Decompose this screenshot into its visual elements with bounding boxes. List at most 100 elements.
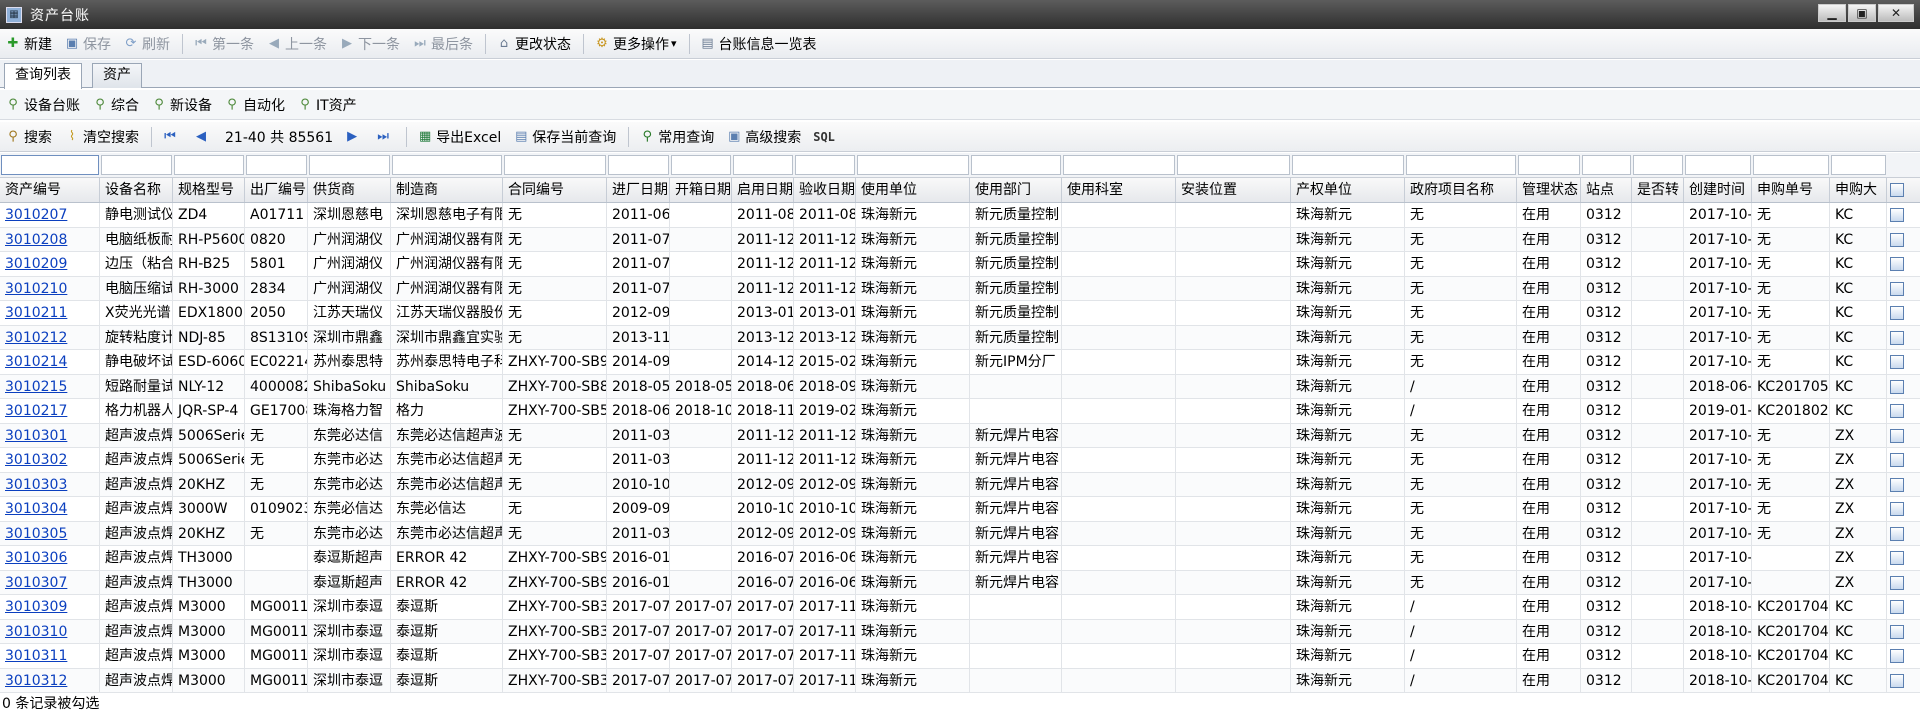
column-header[interactable]: 制造商	[391, 178, 503, 202]
column-header[interactable]: 规格型号	[173, 178, 245, 202]
column-filter-input[interactable]	[1, 155, 99, 175]
table-row[interactable]: 3010304 超声波点焊 3000W 0109023 东莞必信达 东莞必信达无 2009-…	[0, 497, 1920, 522]
asset-id-link[interactable]: 3010212	[0, 325, 100, 350]
column-header[interactable]: 申购大	[1830, 178, 1887, 202]
table-row[interactable]: 3010306 超声波点焊 TH3000 泰逗斯超声 ERROR 42 ZHXY-700-…	[0, 546, 1920, 571]
change-status-button[interactable]: ⌂ 更改状态	[491, 31, 576, 57]
column-filter-input[interactable]	[733, 155, 793, 175]
column-header[interactable]: 使用部门	[970, 178, 1062, 202]
column-filter-input[interactable]	[101, 155, 172, 175]
clear-search-button[interactable]: ⌇ 清空搜索	[59, 124, 144, 150]
row-checkbox[interactable]	[1890, 281, 1904, 296]
category-general[interactable]: ⚲ 综合	[87, 92, 144, 118]
category-it-asset[interactable]: ⚲ IT资产	[292, 92, 362, 118]
row-checkbox[interactable]	[1890, 379, 1904, 394]
asset-id-link[interactable]: 3010217	[0, 399, 100, 423]
row-checkbox[interactable]	[1890, 428, 1904, 443]
column-header[interactable]: 产权单位	[1291, 178, 1405, 202]
prev-record-button[interactable]: ◀ 上一条	[261, 31, 332, 57]
asset-id-link[interactable]: 3010309	[0, 595, 100, 619]
tab-asset[interactable]: 资产	[92, 63, 142, 88]
column-filter-input[interactable]	[971, 155, 1061, 175]
common-query-button[interactable]: ⚲ 常用查询	[634, 124, 719, 150]
column-header[interactable]: 开箱日期	[670, 178, 732, 202]
table-row[interactable]: 3010211X荧光光谱EDX1800B2050江苏天瑞仪江苏天瑞仪器股份无20…	[0, 301, 1920, 326]
column-header[interactable]: 验收日期	[794, 178, 856, 202]
asset-id-link[interactable]: 3010304	[0, 497, 100, 521]
table-row[interactable]: 3010212 旋转粘度计 NDJ-85 8S13109 深圳市鼎鑫 深圳市鼎鑫宜实验无 2…	[0, 325, 1920, 350]
column-header[interactable]: 进厂日期	[607, 178, 670, 202]
column-filter-input[interactable]	[309, 155, 390, 175]
row-checkbox[interactable]	[1890, 404, 1904, 418]
row-checkbox[interactable]	[1890, 600, 1904, 614]
column-filter-input[interactable]	[1633, 155, 1683, 175]
maximize-button[interactable]: ▣	[1848, 4, 1876, 22]
refresh-button[interactable]: ⟳ 刷新	[118, 31, 175, 57]
column-header[interactable]: 管理状态	[1517, 178, 1581, 202]
table-row[interactable]: 3010302超声波点焊5006Series无东莞市必达东莞市必达信超声无201…	[0, 448, 1920, 473]
column-header[interactable]: 启用日期	[732, 178, 794, 202]
next-page-button[interactable]: ▶	[339, 124, 368, 150]
category-new-equipment[interactable]: ⚲ 新设备	[146, 92, 217, 118]
asset-id-link[interactable]: 3010215	[0, 374, 100, 399]
row-checkbox[interactable]	[1890, 502, 1904, 516]
asset-id-link[interactable]: 3010311	[0, 644, 100, 668]
column-filter-input[interactable]	[504, 155, 606, 175]
asset-id-link[interactable]: 3010310	[0, 619, 100, 644]
column-filter-input[interactable]	[1753, 155, 1829, 175]
column-header[interactable]: 合同编号	[503, 178, 607, 202]
table-row[interactable]: 3010312超声波点焊M3000MG00116深圳市泰逗泰逗斯ZHXY-700…	[0, 668, 1920, 693]
asset-id-link[interactable]: 3010207	[0, 203, 100, 227]
table-row[interactable]: 3010309超声波点焊M3000MG00114深圳市泰逗泰逗斯ZHXY-700…	[0, 595, 1920, 620]
row-checkbox[interactable]	[1890, 673, 1904, 688]
first-page-button[interactable]: ⏮	[157, 124, 186, 150]
column-filter-input[interactable]	[1518, 155, 1580, 175]
save-query-button[interactable]: ▤ 保存当前查询	[508, 124, 621, 150]
new-button[interactable]: ✚ 新建	[0, 31, 57, 57]
column-header[interactable]: 使用科室	[1062, 178, 1176, 202]
more-actions-button[interactable]: ⚙ 更多操作 ▾	[589, 31, 682, 57]
asset-id-link[interactable]: 3010305	[0, 521, 100, 546]
asset-id-link[interactable]: 3010302	[0, 448, 100, 472]
column-filter-input[interactable]	[174, 155, 244, 175]
column-filter-input[interactable]	[1831, 155, 1886, 175]
search-button[interactable]: ⚲ 搜索	[0, 124, 57, 150]
table-row[interactable]: 3010303 超声波点焊 20KHZ 无东莞市必达 东莞市必达信超声无 2010-10-…	[0, 472, 1920, 497]
column-filter-input[interactable]	[1292, 155, 1404, 175]
sql-button[interactable]: SQL	[808, 124, 840, 150]
close-button[interactable]: ✕	[1878, 4, 1914, 22]
advanced-search-button[interactable]: ▣ 高级搜索	[721, 124, 806, 150]
category-automation[interactable]: ⚲ 自动化	[219, 92, 290, 118]
asset-id-link[interactable]: 3010208	[0, 227, 100, 252]
first-record-button[interactable]: ⏮ 第一条	[188, 31, 259, 57]
table-row[interactable]: 3010217 格力机器人 JQR-SP-4 GE17008 珠海格力智 格力 ZHXY-7…	[0, 399, 1920, 424]
column-header[interactable]: 设备名称	[100, 178, 173, 202]
row-checkbox[interactable]	[1890, 330, 1904, 345]
category-equipment-ledger[interactable]: ⚲ 设备台账	[0, 92, 85, 118]
table-row[interactable]: 3010301超声波点焊5006Series无东莞必达信东莞必达信超声波无201…	[0, 423, 1920, 448]
column-header[interactable]: 资产编号	[0, 178, 100, 202]
column-header[interactable]: 出厂编号	[245, 178, 308, 202]
column-filter-input[interactable]	[1582, 155, 1631, 175]
column-header[interactable]: 申购单号	[1752, 178, 1830, 202]
asset-id-link[interactable]: 3010312	[0, 668, 100, 693]
column-filter-input[interactable]	[857, 155, 969, 175]
last-page-button[interactable]: ⏭	[370, 124, 399, 150]
row-checkbox[interactable]	[1890, 232, 1904, 247]
asset-id-link[interactable]: 3010211	[0, 301, 100, 325]
column-header[interactable]: 安装位置	[1176, 178, 1291, 202]
tab-query-list[interactable]: 查询列表	[4, 63, 82, 89]
column-filter-input[interactable]	[1685, 155, 1751, 175]
column-filter-input[interactable]	[1406, 155, 1516, 175]
column-header[interactable]: 政府项目名称	[1405, 178, 1517, 202]
table-row[interactable]: 3010305 超声波点焊 20KHZ 无东莞市必达 东莞市必达信超声无 2011-03-…	[0, 521, 1920, 546]
table-row[interactable]: 3010311超声波点焊M3000MG00113深圳市泰逗泰逗斯ZHXY-700…	[0, 644, 1920, 669]
row-checkbox[interactable]	[1890, 551, 1904, 565]
row-checkbox[interactable]	[1890, 624, 1904, 639]
last-record-button[interactable]: ⏭ 最后条	[407, 31, 478, 57]
ledger-overview-button[interactable]: ▤ 台账信息一览表	[695, 31, 822, 57]
row-checkbox[interactable]	[1890, 477, 1904, 492]
asset-id-link[interactable]: 3010214	[0, 350, 100, 374]
table-row[interactable]: 3010208 电脑纸板耐 RH-P5600 0820 广州润湖仪 广州润湖仪器有限无 20…	[0, 227, 1920, 252]
asset-id-link[interactable]: 3010306	[0, 546, 100, 570]
